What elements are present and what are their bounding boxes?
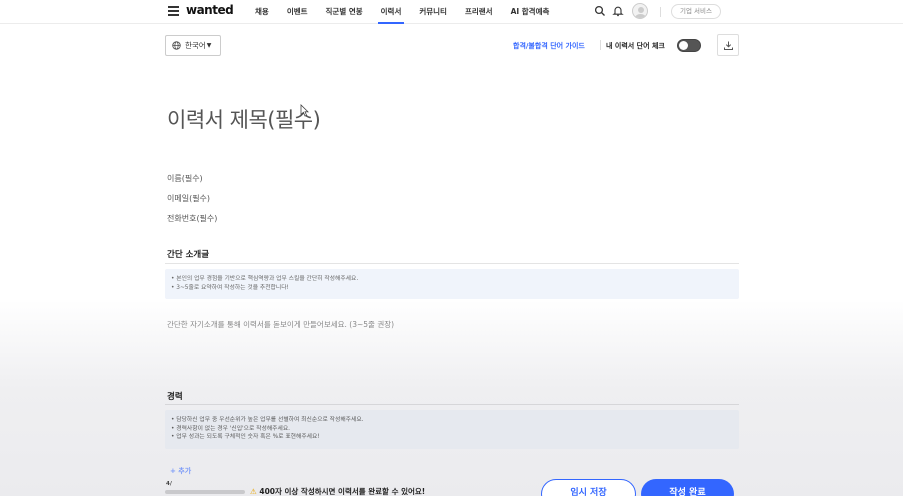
globe-icon (172, 41, 181, 50)
complete-button[interactable]: 작성 완료 (641, 479, 734, 496)
career-add-button[interactable]: + 추가 (170, 466, 191, 476)
caret-down-icon: ▼ (206, 42, 212, 49)
language-select[interactable]: 한국어 ▼ (165, 35, 221, 56)
intro-guide-line: • 3~5줄로 요약하여 작성하는 것을 추천합니다! (171, 284, 289, 291)
completion-hint-text: 400자 이상 작성하시면 이력서를 완료할 수 있어요! (259, 487, 426, 496)
completion-hint: ⚠ 400자 이상 작성하시면 이력서를 완료할 수 있어요! (250, 486, 425, 496)
name-input[interactable]: 이름(필수) (167, 173, 203, 184)
search-icon[interactable] (594, 5, 606, 17)
language-label: 한국어 (185, 41, 206, 50)
temp-save-button[interactable]: 임시 저장 (541, 479, 636, 496)
intro-guide-line: • 본인의 업무 경험을 기반으로 핵심역량과 업무 스킬을 간단히 작성해주세… (171, 276, 359, 282)
mouse-cursor-icon (300, 104, 309, 117)
nav-item-events[interactable]: 이벤트 (284, 0, 311, 24)
profile-avatar[interactable] (632, 3, 648, 19)
intro-section-title: 간단 소개글 (167, 250, 210, 260)
phone-input[interactable]: 전화번호(필수) (167, 213, 217, 224)
scroll-fade-overlay (0, 300, 903, 496)
warning-icon: ⚠ (250, 487, 257, 496)
intro-textarea[interactable]: 간단한 자기소개를 통해 이력서를 돋보이게 만들어보세요. (3~5줄 권장) (167, 319, 394, 330)
download-button[interactable] (717, 34, 739, 56)
nav-item-jobs[interactable]: 채용 (252, 0, 272, 24)
progress-count: 4/ (166, 481, 172, 487)
career-guide-line: • 경력사항이 없는 경우 '신입'으로 작성해주세요. (171, 425, 290, 432)
nav-list: 채용 이벤트 직군별 연봉 이력서 커뮤니티 프리랜서 AI 합격예측 (252, 0, 564, 24)
download-icon (724, 41, 733, 50)
toolbar-divider (600, 40, 601, 50)
email-input[interactable]: 이메일(필수) (167, 193, 210, 204)
career-guide-box: • 담당하신 업무 중 우선순위가 높은 업무를 선별하여 최신순으로 작성해주… (165, 410, 739, 449)
career-guide-line: • 담당하신 업무 중 우선순위가 높은 업무를 선별하여 최신순으로 작성해주… (171, 417, 364, 423)
word-guide-link[interactable]: 합격/불합격 단어 가이드 (513, 41, 585, 51)
nav-item-community[interactable]: 커뮤니티 (416, 0, 450, 24)
intro-section-divider (165, 263, 739, 264)
nav-item-salary[interactable]: 직군별 연봉 (323, 0, 366, 24)
word-check-label: 내 이력서 단어 체크 (606, 42, 665, 50)
career-section-title: 경력 (167, 392, 183, 402)
nav-item-freelancer[interactable]: 프리랜서 (462, 0, 496, 24)
corporate-service-button[interactable]: 기업 서비스 (671, 4, 721, 19)
top-navigation: wanted 채용 이벤트 직군별 연봉 이력서 커뮤니티 프리랜서 AI 합격… (0, 0, 903, 24)
wanted-logo[interactable]: wanted (186, 3, 234, 17)
nav-divider (660, 7, 661, 17)
progress-bar (165, 490, 245, 494)
nav-item-ai-prediction[interactable]: AI 합격예측 (508, 0, 553, 24)
intro-guide-box: • 본인의 업무 경험을 기반으로 핵심역량과 업무 스킬을 간단히 작성해주세… (165, 269, 739, 299)
word-check-toggle[interactable] (677, 39, 701, 52)
resume-title-input[interactable]: 이력서 제목(필수) (167, 104, 321, 134)
menu-icon[interactable] (168, 6, 179, 16)
career-guide-line: • 업무 성과는 되도록 구체적인 숫자 혹은 %로 표현해주세요! (171, 434, 320, 440)
nav-item-resume[interactable]: 이력서 (377, 0, 405, 24)
career-section-divider (165, 404, 739, 405)
bell-icon[interactable] (612, 5, 624, 17)
